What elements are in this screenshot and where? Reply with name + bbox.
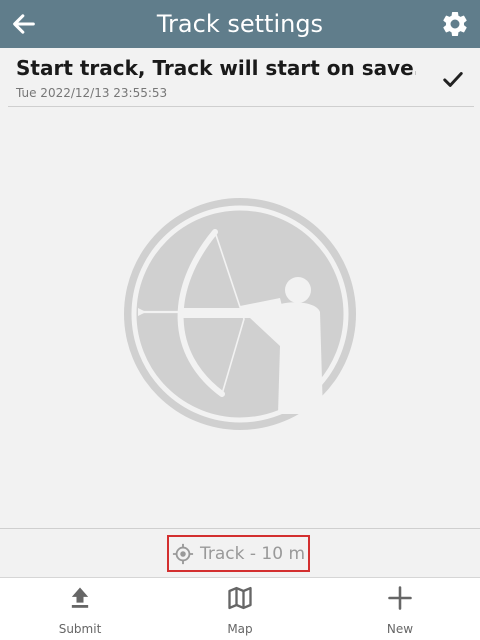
track-title: Start track, Track will start on save... [16,56,416,80]
track-status-button[interactable]: Track - 10 m [167,535,310,572]
nav-submit-button[interactable]: Submit [0,578,160,640]
nav-map-button[interactable]: Map [160,578,320,640]
footer-divider [0,528,480,529]
track-status-label: Track - 10 m [199,543,306,564]
archer-logo-icon [124,198,356,430]
header-divider [8,106,474,107]
nav-map-label: Map [227,622,253,636]
app-bar: Track settings [0,0,480,48]
page-title: Track settings [156,10,324,38]
checkmark-icon[interactable] [442,68,464,90]
upload-icon [71,587,89,608]
bottom-nav: Submit Map New [0,577,480,640]
track-date: Tue 2022/12/13 23:55:53 [16,86,168,100]
map-icon [228,586,252,610]
nav-submit-label: Submit [58,622,102,636]
nav-new-button[interactable]: New [320,578,480,640]
plus-icon [388,586,412,610]
nav-new-label: New [386,622,414,636]
gps-target-icon [172,543,194,564]
track-header: Start track, Track will start on save...… [0,48,480,106]
gear-icon[interactable] [440,9,470,39]
